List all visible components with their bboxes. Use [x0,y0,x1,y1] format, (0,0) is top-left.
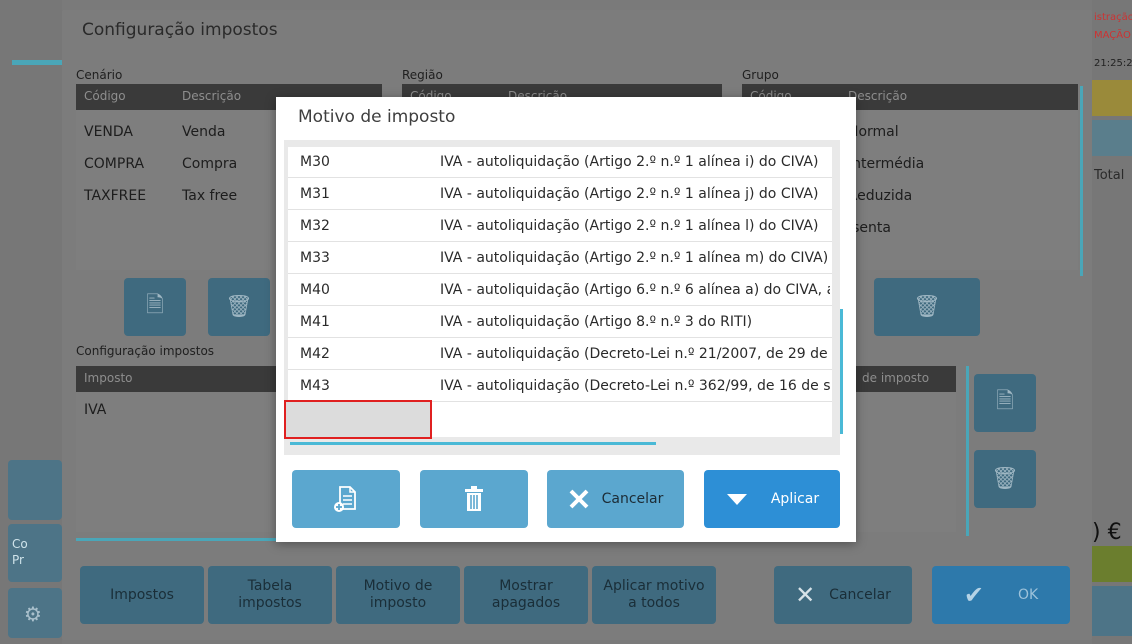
motivo-desc: IVA - autoliquidação (Artigo 8.º n.º 3 d… [440,314,753,330]
list-item[interactable]: M33 IVA - autoliquidação (Artigo 2.º n.º… [288,243,832,274]
left-button-2[interactable]: Co Pr [8,524,62,582]
close-icon: ✕ [795,580,816,609]
add-document-icon: 🗎 [146,293,164,318]
motivo-desc: IVA - autoliquidação (Artigo 6.º n.º 6 a… [440,282,830,298]
dialog-title: Motivo de imposto [298,107,456,127]
mostrar-apagados-button[interactable]: Mostrar apagados [464,566,588,624]
motivo-code: M42 [300,346,330,362]
tabela-impostos-button[interactable]: Tabela impostos [208,566,332,624]
impostos-button[interactable]: Impostos [80,566,204,624]
dialog-apply-label: Aplicar [770,491,820,507]
config-label: Configuração impostos [76,344,215,358]
right-yellow-block [1092,80,1132,116]
trash-icon: 🗑 [913,294,941,320]
left-settings-button[interactable]: ⚙ [8,588,62,638]
new-code-input[interactable] [284,400,432,439]
motivo-code: M32 [300,218,330,234]
list-item[interactable]: M42 IVA - autoliquidação (Decreto-Lei n.… [288,339,832,370]
config-delete-button[interactable]: 🗑 [974,450,1036,508]
add-document-icon [334,486,356,512]
cell-code: COMPRA [84,156,145,172]
cenario-add-button[interactable]: 🗎 [124,278,186,336]
list-item[interactable]: M43 IVA - autoliquidação (Decreto-Lei n.… [288,371,832,402]
dialog-cancel-button[interactable]: Cancelar [547,470,684,528]
delete-motivo-button[interactable] [420,470,528,528]
total-label: Total [1094,168,1125,183]
panel-cancel-button[interactable]: ✕ Cancelar [774,566,912,624]
config-scrollbar[interactable] [966,366,969,536]
list-item[interactable]: M30 IVA - autoliquidação (Artigo 2.º n.º… [288,147,832,178]
right-text-2: MAÇÃO [1094,30,1131,41]
motivo-code: M31 [300,186,330,202]
grupo-delete-button[interactable]: 🗑 [874,278,980,336]
add-document-icon: 🗎 [996,389,1014,414]
list-horizontal-scrollbar[interactable] [290,442,656,445]
cenario-label: Cenário [76,68,123,82]
cell-desc: Intermédia [848,156,925,172]
config-hscrollbar[interactable] [76,538,296,541]
cell-code: VENDA [84,124,134,140]
cenario-col-code: Código [84,89,126,103]
motivo-imposto-button[interactable]: Motivo de imposto [336,566,460,624]
list-item[interactable]: M31 IVA - autoliquidação (Artigo 2.º n.º… [288,179,832,210]
right-green-block [1092,546,1132,582]
motivo-desc: IVA - autoliquidação (Decreto-Lei n.º 21… [440,346,828,362]
cell-desc: Reduzida [848,188,913,204]
dialog-apply-button[interactable]: Aplicar [704,470,840,528]
left-accent-line [12,60,62,65]
panel-ok-button[interactable]: ✔ OK [932,566,1070,624]
list-item[interactable]: M32 IVA - autoliquidação (Artigo 2.º n.º… [288,211,832,242]
right-text-1: istração [1094,12,1132,23]
trash-icon: 🗑 [225,294,253,320]
config-col-motivo: de imposto [862,371,930,385]
cell-desc: Tax free [182,188,238,204]
list-item[interactable]: M40 IVA - autoliquidação (Artigo 6.º n.º… [288,275,832,306]
cell-desc: Venda [182,124,226,140]
grupo-label: Grupo [742,68,779,82]
motivo-code: M40 [300,282,330,298]
motivo-code: M30 [300,154,330,170]
motivo-code: M33 [300,250,330,266]
gear-icon: ⚙ [24,602,42,626]
clock-time: 21:25:28 [1094,58,1132,69]
grupo-scrollbar[interactable] [1080,86,1083,276]
cell-imposto: IVA [84,402,107,418]
trash-icon [465,486,483,511]
right-blue-button[interactable] [1092,586,1132,636]
panel-title: Configuração impostos [82,20,278,40]
motivo-desc: IVA - autoliquidação (Artigo 2.º n.º 1 a… [440,250,829,266]
aplicar-motivo-todos-button[interactable]: Aplicar motivo a todos [592,566,716,624]
left-button-1[interactable] [8,460,62,520]
grupo-col-desc: Descrição [848,89,908,103]
panel-ok-label: OK [1017,586,1039,603]
close-icon [569,489,589,509]
motivo-desc: IVA - autoliquidação (Decreto-Lei n.º 36… [440,378,830,394]
cell-code: TAXFREE [84,188,147,204]
dialog-cancel-label: Cancelar [601,491,664,507]
motivo-desc: IVA - autoliquidação (Artigo 2.º n.º 1 a… [440,186,819,202]
cell-desc: Compra [182,156,238,172]
motivo-imposto-dialog: Motivo de imposto M30 IVA - autoliquidaç… [276,97,856,542]
trash-icon: 🗑 [991,466,1019,492]
motivo-list: M30 IVA - autoliquidação (Artigo 2.º n.º… [288,147,832,437]
check-icon: ✔ [963,580,984,609]
config-add-button[interactable]: 🗎 [974,374,1036,432]
add-motivo-button[interactable] [292,470,400,528]
list-item[interactable]: M41 IVA - autoliquidação (Artigo 8.º n.º… [288,307,832,338]
list-vertical-scrollbar[interactable] [840,309,843,434]
motivo-code: M41 [300,314,330,330]
total-amount: ) € [1092,520,1122,545]
regiao-label: Região [402,68,443,82]
motivo-code: M43 [300,378,330,394]
motivo-desc: IVA - autoliquidação (Artigo 2.º n.º 1 a… [440,218,819,234]
chevron-down-icon [726,494,747,505]
right-blue-block [1092,120,1132,156]
cenario-col-desc: Descrição [182,89,242,103]
panel-cancel-label: Cancelar [829,586,891,603]
cenario-delete-button[interactable]: 🗑 [208,278,270,336]
motivo-desc: IVA - autoliquidação (Artigo 2.º n.º 1 a… [440,154,819,170]
config-col-imposto: Imposto [84,371,133,385]
